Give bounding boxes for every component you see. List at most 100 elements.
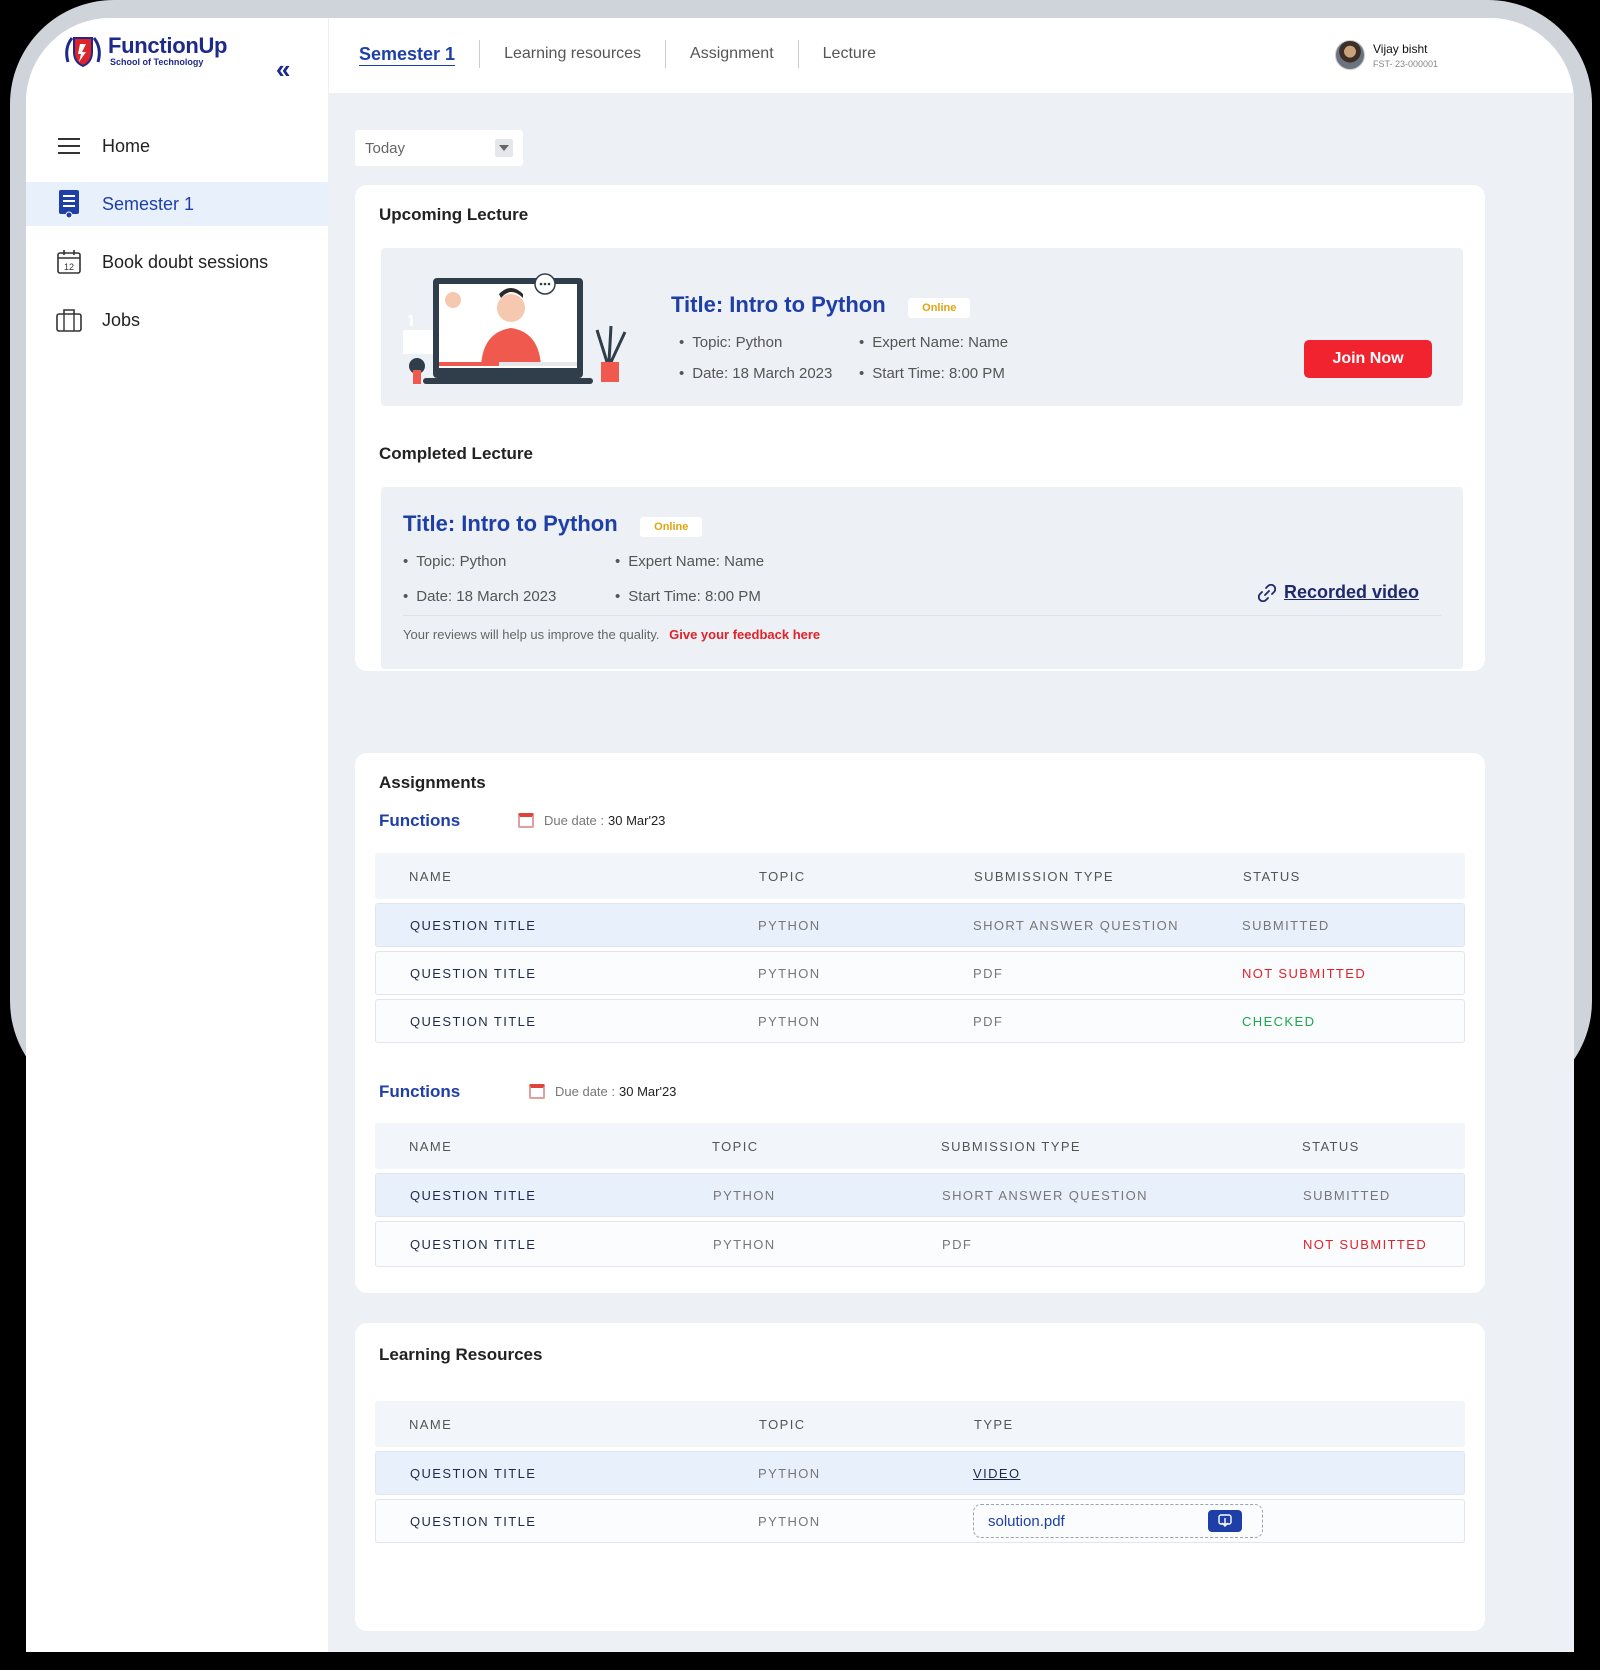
feedback-link[interactable]: Give your feedback here	[669, 627, 820, 642]
user-name: Vijay bisht	[1373, 41, 1428, 56]
upcoming-lecture-title: Title: Intro to Python	[671, 292, 886, 317]
briefcase-icon	[56, 307, 82, 333]
lectures-card: Upcoming Lecture Title: Intro to Python …	[355, 185, 1485, 671]
upcoming-date: Date: 18 March 2023	[679, 365, 832, 382]
cell-name: QUESTION TITLE	[410, 1187, 537, 1203]
tab-bar: Semester 1 Learning resources Assignment…	[359, 40, 900, 68]
completed-lecture-box: Title: Intro to Python Online Topic: Pyt…	[381, 487, 1463, 669]
status-badge: Online	[640, 516, 703, 537]
completed-topic: Topic: Python	[403, 553, 506, 570]
resources-table: NAME TOPIC TYPE QUESTION TITLE PYTHON VI…	[375, 1401, 1465, 1543]
cell-topic: PYTHON	[758, 1465, 821, 1481]
assignments-table: NAME TOPIC SUBMISSION TYPE STATUS QUESTI…	[375, 853, 1465, 1043]
column-header: NAME	[409, 868, 453, 884]
cell-submission-type: PDF	[973, 965, 1004, 981]
brand-logo[interactable]: FunctionUp School of Technology	[62, 32, 228, 70]
completed-start-time: Start Time: 8:00 PM	[615, 588, 761, 605]
join-now-button[interactable]: Join Now	[1304, 340, 1432, 378]
column-header: SUBMISSION TYPE	[941, 1138, 1081, 1154]
table-row[interactable]: QUESTION TITLE PYTHON PDF NOT SUBMITTED	[375, 951, 1465, 995]
calendar-icon: 12	[56, 249, 82, 275]
collapse-sidebar-icon[interactable]: «	[276, 54, 290, 85]
link-icon	[1258, 583, 1276, 602]
document-icon	[56, 190, 82, 219]
sidebar-item-label: Jobs	[102, 309, 141, 330]
due-date: Due date : 30 Mar'23	[518, 813, 665, 828]
download-button[interactable]	[1208, 1510, 1242, 1532]
sidebar-nav: Home Semester 1 12 Book doubt sessions J…	[26, 124, 328, 356]
table-row[interactable]: QUESTION TITLE PYTHON VIDEO	[375, 1451, 1465, 1495]
cell-status: SUBMITTED	[1303, 1187, 1391, 1203]
menu-icon	[56, 133, 82, 159]
due-date: Due date : 30 Mar'23	[529, 1084, 676, 1099]
recorded-video-link[interactable]: Recorded video	[1258, 582, 1419, 603]
main-content: Today Upcoming Lecture Title: Intro to P…	[328, 93, 1574, 1652]
cell-topic: PYTHON	[758, 1013, 821, 1029]
calendar-day: 12	[64, 262, 74, 272]
divider	[403, 615, 1441, 616]
table-row[interactable]: QUESTION TITLE PYTHON SHORT ANSWER QUEST…	[375, 1173, 1465, 1217]
cell-status: NOT SUBMITTED	[1242, 965, 1367, 981]
upcoming-lecture-box: Title: Intro to Python Online Topic: Pyt…	[381, 248, 1463, 406]
cell-name: QUESTION TITLE	[410, 1513, 537, 1529]
cell-name: QUESTION TITLE	[410, 1236, 537, 1252]
due-date-value: 30 Mar'23	[608, 813, 666, 828]
table-header: NAME TOPIC SUBMISSION TYPE STATUS	[375, 853, 1465, 899]
sidebar-item-label: Semester 1	[102, 193, 195, 214]
cell-name: QUESTION TITLE	[410, 1465, 537, 1481]
sidebar-item-semester-1[interactable]: Semester 1	[26, 182, 328, 226]
tab-lecture[interactable]: Lecture	[799, 40, 900, 68]
cell-topic: PYTHON	[758, 1513, 821, 1529]
column-header: TOPIC	[712, 1138, 759, 1154]
due-date-label: Due date :	[555, 1084, 615, 1099]
column-header: SUBMISSION TYPE	[974, 868, 1114, 884]
top-bar: Semester 1 Learning resources Assignment…	[328, 18, 1574, 93]
assignments-table: NAME TOPIC SUBMISSION TYPE STATUS QUESTI…	[375, 1123, 1465, 1267]
avatar	[1335, 40, 1365, 70]
feedback-row: Your reviews will help us improve the qu…	[403, 627, 820, 642]
cell-topic: PYTHON	[713, 1236, 776, 1252]
table-header: NAME TOPIC SUBMISSION TYPE STATUS	[375, 1123, 1465, 1169]
cell-topic: PYTHON	[713, 1187, 776, 1203]
video-link[interactable]: VIDEO	[973, 1466, 1020, 1481]
download-icon	[1218, 1514, 1232, 1527]
sidebar-item-home[interactable]: Home	[26, 124, 328, 168]
tab-learning-resources[interactable]: Learning resources	[480, 40, 667, 68]
table-row[interactable]: QUESTION TITLE PYTHON PDF CHECKED	[375, 999, 1465, 1043]
cell-topic: PYTHON	[758, 917, 821, 933]
column-header: TOPIC	[759, 1416, 806, 1432]
file-name: solution.pdf	[988, 1512, 1065, 1530]
column-header: TYPE	[974, 1416, 1014, 1432]
learning-resources-heading: Learning Resources	[379, 1345, 543, 1364]
sidebar-item-jobs[interactable]: Jobs	[26, 298, 328, 342]
table-row[interactable]: QUESTION TITLE PYTHON SHORT ANSWER QUEST…	[375, 903, 1465, 947]
file-attachment[interactable]: solution.pdf	[973, 1504, 1263, 1538]
status-badge: Online	[908, 297, 971, 318]
column-header: TOPIC	[759, 868, 806, 884]
assignment-group-title: Functions	[379, 1082, 461, 1101]
app-screen: FunctionUp School of Technology « Home S…	[26, 18, 1574, 1652]
cell-submission-type: SHORT ANSWER QUESTION	[973, 917, 1179, 933]
cell-status: NOT SUBMITTED	[1303, 1236, 1428, 1252]
cell-submission-type: SHORT ANSWER QUESTION	[942, 1187, 1148, 1203]
assignment-group-title: Functions	[379, 811, 461, 830]
online-class-illustration	[403, 273, 627, 384]
table-row[interactable]: QUESTION TITLE PYTHON solution.pdf	[375, 1499, 1465, 1543]
upcoming-topic: Topic: Python	[679, 334, 782, 351]
crest-icon	[65, 37, 101, 68]
column-header: STATUS	[1243, 868, 1301, 884]
table-row[interactable]: QUESTION TITLE PYTHON PDF NOT SUBMITTED	[375, 1221, 1465, 1267]
feedback-text: Your reviews will help us improve the qu…	[403, 627, 660, 642]
completed-expert: Expert Name: Name	[615, 553, 764, 570]
column-header: NAME	[409, 1416, 453, 1432]
tab-assignment[interactable]: Assignment	[666, 40, 799, 68]
cell-status: CHECKED	[1242, 1013, 1316, 1029]
table-header: NAME TOPIC TYPE	[375, 1401, 1465, 1447]
completed-date: Date: 18 March 2023	[403, 588, 556, 605]
date-filter-select[interactable]: Today	[355, 130, 523, 166]
user-profile[interactable]: Vijay bisht FST- 23-000001	[1335, 40, 1438, 70]
tab-semester-1[interactable]: Semester 1	[359, 40, 481, 68]
column-header: NAME	[409, 1138, 453, 1154]
sidebar-item-book-doubt-sessions[interactable]: 12 Book doubt sessions	[26, 240, 328, 284]
upcoming-expert: Expert Name: Name	[859, 334, 1008, 351]
